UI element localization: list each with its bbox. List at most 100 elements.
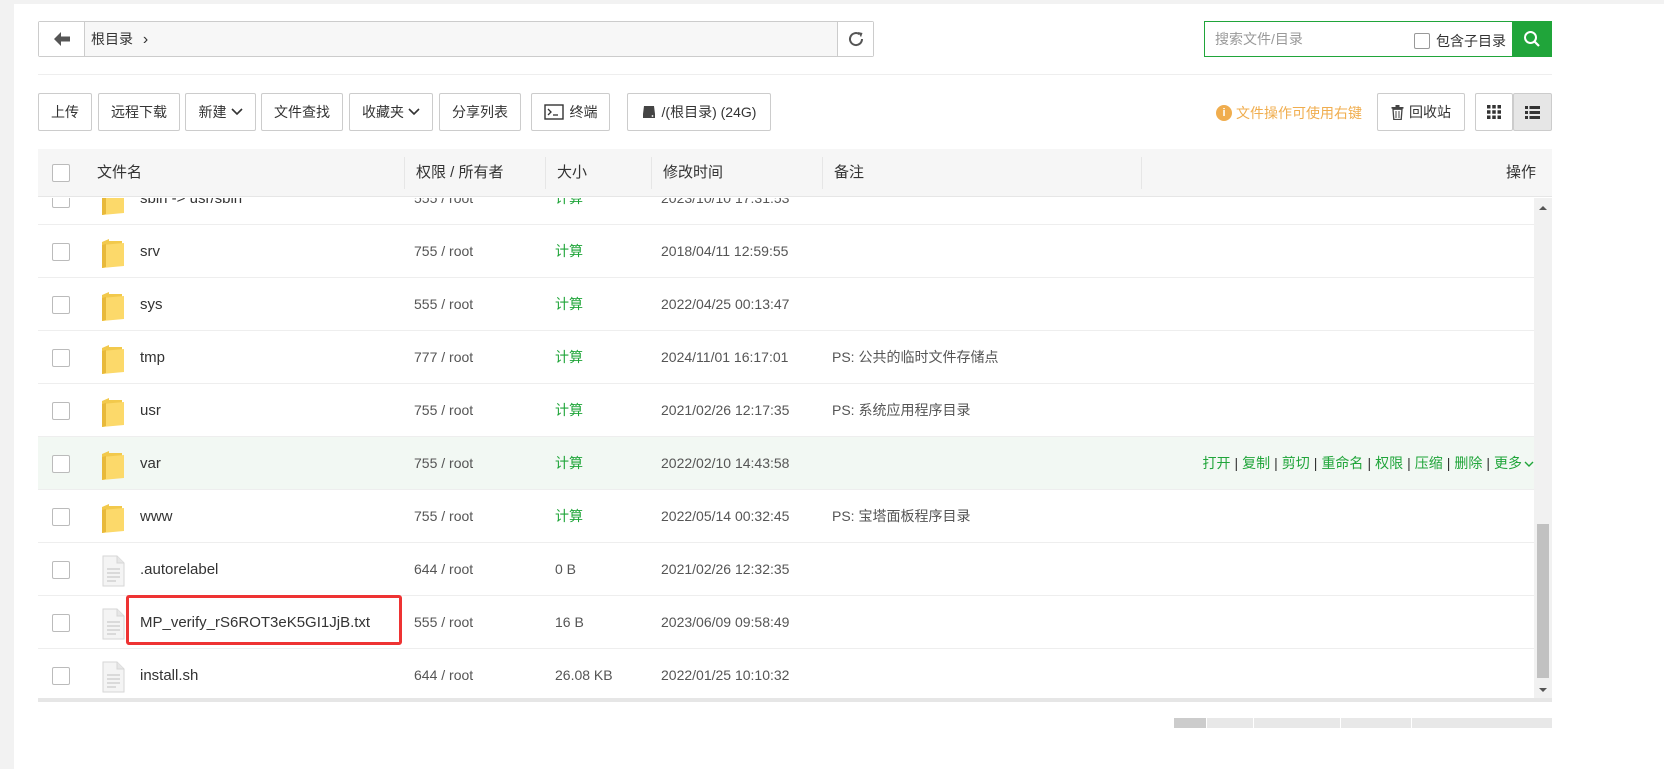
row-checkbox[interactable]	[52, 402, 70, 420]
row-checkbox[interactable]	[52, 296, 70, 314]
share-list-button[interactable]: 分享列表	[439, 93, 521, 131]
hard-drive-icon	[642, 106, 655, 118]
file-note[interactable]: PS: 公共的临时文件存储点	[832, 331, 998, 384]
file-size[interactable]: 计算	[555, 225, 583, 278]
row-checkbox[interactable]	[52, 667, 70, 685]
table-row[interactable]: sbin -> usr/sbin 555 / root 计算 2023/10/10 1…	[38, 198, 1534, 225]
disk-button[interactable]: /(根目录) (24G)	[627, 93, 771, 131]
file-icon	[102, 555, 125, 587]
file-size[interactable]: 计算	[555, 198, 583, 225]
file-search-button[interactable]: 文件查找	[261, 93, 343, 131]
table-row[interactable]: var 755 / root 计算 2022/02/10 14:43:58 打开 | 复制 |…	[38, 437, 1534, 490]
row-checkbox[interactable]	[52, 614, 70, 632]
pager-segment[interactable]	[1254, 718, 1340, 728]
include-subdir-option[interactable]: 包含子目录	[1414, 31, 1506, 51]
header-perm[interactable]: 权限 / 所有者	[416, 149, 504, 197]
file-permission[interactable]: 755 / root	[414, 384, 473, 437]
file-permission[interactable]: 555 / root	[414, 278, 473, 331]
row-checkbox[interactable]	[52, 455, 70, 473]
upload-label: 上传	[51, 104, 79, 120]
table-row[interactable]: install.sh 644 / root 26.08 KB 2022/01/25 1…	[38, 649, 1534, 698]
file-size[interactable]: 计算	[555, 278, 583, 331]
action-delete[interactable]: 删除	[1454, 455, 1482, 471]
grid-view-button[interactable]	[1475, 93, 1513, 131]
table-row[interactable]: www 755 / root 计算 2022/05/14 00:32:45 PS: 宝塔…	[38, 490, 1534, 543]
context-menu-tip: i 文件操作可使用右键	[1216, 103, 1362, 123]
file-name[interactable]: sys	[140, 278, 163, 331]
file-size[interactable]: 计算	[555, 490, 583, 543]
file-name[interactable]: install.sh	[140, 649, 198, 698]
header-name[interactable]: 文件名	[97, 149, 142, 197]
include-subdir-checkbox[interactable]	[1414, 33, 1430, 49]
remote-download-button[interactable]: 远程下载	[98, 93, 180, 131]
table-row[interactable]: srv 755 / root 计算 2018/04/11 12:59:55	[38, 225, 1534, 278]
folder-icon	[102, 504, 124, 533]
pager-segment[interactable]	[1207, 718, 1253, 728]
pager-segment[interactable]	[1341, 718, 1411, 728]
folder-icon	[102, 239, 124, 268]
header-note[interactable]: 备注	[834, 149, 864, 197]
file-permission[interactable]: 755 / root	[414, 225, 473, 278]
table-row[interactable]: .autorelabel 644 / root 0 B 2021/02/26 12:3…	[38, 543, 1534, 596]
file-mtime: 2021/02/26 12:32:35	[661, 561, 790, 577]
recycle-bin-button[interactable]: 回收站	[1377, 93, 1465, 131]
refresh-button[interactable]	[837, 22, 873, 56]
header-mtime[interactable]: 修改时间	[663, 149, 723, 197]
file-name[interactable]: tmp	[140, 331, 165, 384]
header-size[interactable]: 大小	[557, 149, 587, 197]
file-note[interactable]: PS: 宝塔面板程序目录	[832, 490, 970, 543]
action-cut[interactable]: 剪切	[1282, 455, 1310, 471]
favorites-dropdown-button[interactable]: 收藏夹	[349, 93, 433, 131]
select-all-checkbox[interactable]	[52, 164, 70, 182]
table-row[interactable]: tmp 777 / root 计算 2024/11/01 16:17:01 PS: 公共…	[38, 331, 1534, 384]
upload-button[interactable]: 上传	[38, 93, 92, 131]
breadcrumb-root[interactable]: 根目录	[91, 31, 133, 47]
back-button[interactable]	[39, 22, 85, 56]
pager-segment[interactable]	[1412, 718, 1552, 728]
row-checkbox[interactable]	[52, 349, 70, 367]
table-row[interactable]: usr 755 / root 计算 2021/02/26 12:17:35 PS: 系统…	[38, 384, 1534, 437]
file-name[interactable]: usr	[140, 384, 161, 437]
file-name[interactable]: www	[140, 490, 173, 543]
recycle-label: 回收站	[1409, 104, 1451, 120]
file-permission[interactable]: 555 / root	[414, 596, 473, 649]
file-icon	[102, 608, 125, 640]
scrollbar-thumb[interactable]	[1537, 524, 1549, 678]
terminal-button[interactable]: 终端	[531, 93, 610, 131]
action-more[interactable]: 更多	[1494, 455, 1522, 471]
action-compress[interactable]: 压缩	[1415, 455, 1443, 471]
file-permission[interactable]: 755 / root	[414, 490, 473, 543]
file-permission[interactable]: 755 / root	[414, 437, 473, 490]
file-size: 16 B	[555, 614, 584, 630]
file-name[interactable]: var	[140, 437, 161, 490]
search-button[interactable]	[1512, 21, 1552, 57]
new-dropdown-button[interactable]: 新建	[185, 93, 256, 131]
table-row[interactable]: sys 555 / root 计算 2022/04/25 00:13:47	[38, 278, 1534, 331]
file-permission[interactable]: 644 / root	[414, 649, 473, 698]
file-note[interactable]: PS: 系统应用程序目录	[832, 384, 970, 437]
include-subdir-label: 包含子目录	[1436, 33, 1506, 49]
file-name[interactable]: .autorelabel	[140, 543, 218, 596]
action-copy[interactable]: 复制	[1242, 455, 1270, 471]
file-size[interactable]: 计算	[555, 384, 583, 437]
file-name[interactable]: sbin -> usr/sbin	[140, 198, 242, 225]
file-size[interactable]: 计算	[555, 331, 583, 384]
row-checkbox[interactable]	[52, 508, 70, 526]
row-checkbox[interactable]	[52, 243, 70, 261]
scrollbar[interactable]	[1534, 198, 1552, 698]
row-checkbox[interactable]	[52, 198, 70, 208]
file-permission[interactable]: 644 / root	[414, 543, 473, 596]
file-permission[interactable]: 555 / root	[414, 198, 473, 225]
action-open[interactable]: 打开	[1203, 455, 1231, 471]
list-view-button[interactable]	[1513, 93, 1552, 131]
pager-segment[interactable]	[1174, 718, 1206, 728]
action-rename[interactable]: 重命名	[1321, 455, 1363, 471]
folder-icon	[102, 345, 124, 374]
search-input[interactable]	[1205, 22, 1405, 56]
breadcrumb[interactable]: 根目录 ›	[91, 22, 148, 56]
file-name[interactable]: srv	[140, 225, 160, 278]
file-size[interactable]: 计算	[555, 437, 583, 490]
row-checkbox[interactable]	[52, 561, 70, 579]
action-permission[interactable]: 权限	[1375, 455, 1403, 471]
file-permission[interactable]: 777 / root	[414, 331, 473, 384]
